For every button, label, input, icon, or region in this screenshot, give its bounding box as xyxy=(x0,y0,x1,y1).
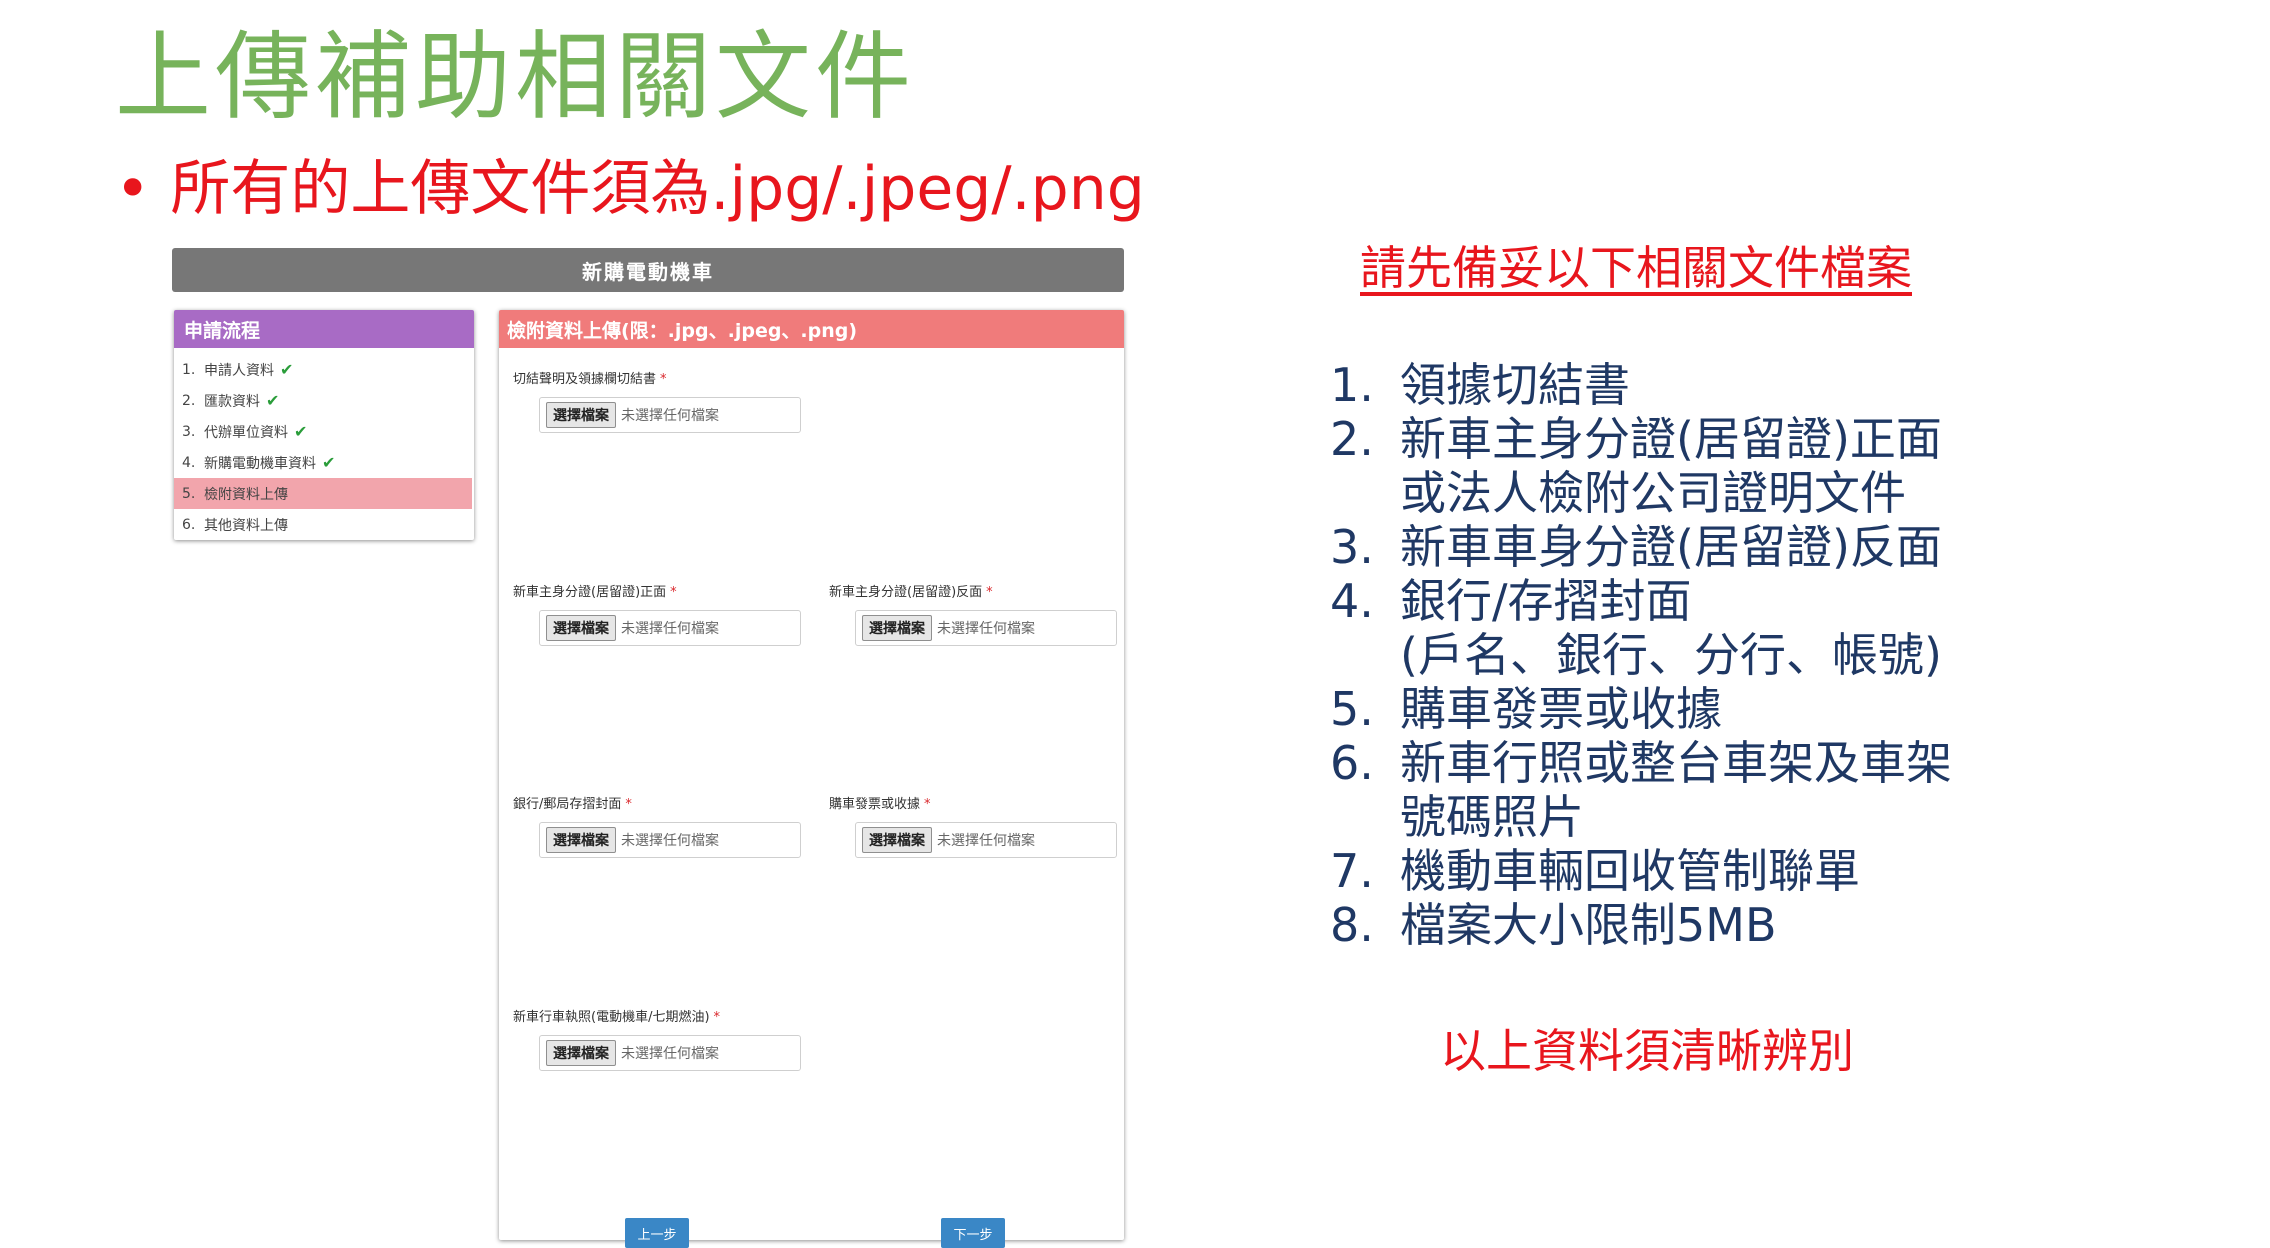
list-item-text: 機動車輛回收管制聯單 xyxy=(1400,844,1860,898)
file-input[interactable]: 選擇檔案 未選擇任何檔案 xyxy=(539,397,801,433)
field-label: 新車行車執照(電動機車/七期燃油) * xyxy=(513,1010,721,1025)
step-item-vehicle[interactable]: 4. 新購電動機車資料 ✔ xyxy=(174,447,472,478)
prev-step-button[interactable]: 上一步 xyxy=(625,1218,689,1248)
list-item-text: 新車行照或整台車架及車架 號碼照片 xyxy=(1400,736,1952,844)
step-number: 2. xyxy=(182,392,196,409)
required-documents-list: 1. 領據切結書 2. 新車主身分證(居留證)正面 或法人檢附公司證明文件 3.… xyxy=(1330,358,2250,952)
file-input[interactable]: 選擇檔案 未選擇任何檔案 xyxy=(855,822,1117,858)
bullet-icon: • xyxy=(115,154,151,224)
step-number: 5. xyxy=(182,485,196,502)
file-status: 未選擇任何檔案 xyxy=(937,833,1035,849)
steps-title: 申請流程 xyxy=(174,310,474,348)
upload-form-panel: 檢附資料上傳(限：.jpg、.jpeg、.png) 切結聲明及領據欄切結書 * 選… xyxy=(499,310,1124,1248)
field-label: 切結聲明及領據欄切結書 * xyxy=(513,372,667,387)
file-status: 未選擇任何檔案 xyxy=(937,621,1035,637)
list-item: 5. 購車發票或收據 xyxy=(1330,682,2250,736)
file-status: 未選擇任何檔案 xyxy=(621,408,719,424)
list-item: 1. 領據切結書 xyxy=(1330,358,2250,412)
field-label: 新車主身分證(居留證)正面 * xyxy=(513,585,677,600)
file-status: 未選擇任何檔案 xyxy=(621,621,719,637)
closing-note: 以上資料須清晰辨別 xyxy=(1440,1024,1854,1078)
step-number: 4. xyxy=(182,454,196,471)
list-item-number: 3. xyxy=(1330,520,1374,574)
upload-field-passbook: 銀行/郵局存摺封面 * 選擇檔案 未選擇任何檔案 xyxy=(513,793,803,858)
page-header: 新購電動機車 xyxy=(172,248,1124,292)
steps-panel: 申請流程 1. 申請人資料 ✔ 2. 匯款資料 ✔ 3. 代辦單位資料 ✔ 4.… xyxy=(174,310,474,540)
upload-form-title: 檢附資料上傳(限：.jpg、.jpeg、.png) xyxy=(499,310,1124,348)
step-number: 1. xyxy=(182,361,196,378)
list-item-text: 購車發票或收據 xyxy=(1400,682,1722,736)
step-label: 匯款資料 xyxy=(204,393,260,410)
file-format-bullet: • 所有的上傳文件須為.jpg/.jpeg/.png xyxy=(115,150,1145,228)
slide-title: 上傳補助相關文件 xyxy=(115,21,915,133)
list-item: 6. 新車行照或整台車架及車架 號碼照片 xyxy=(1330,736,2250,844)
step-item-remittance[interactable]: 2. 匯款資料 ✔ xyxy=(174,385,472,416)
check-icon: ✔ xyxy=(294,422,308,441)
application-screenshot: 新購電動機車 申請流程 1. 申請人資料 ✔ 2. 匯款資料 ✔ 3. 代辦單位… xyxy=(172,248,1182,1248)
list-item-number: 6. xyxy=(1330,736,1374,790)
step-label: 新購電動機車資料 xyxy=(204,455,316,472)
file-status: 未選擇任何檔案 xyxy=(621,833,719,849)
check-icon: ✔ xyxy=(280,360,294,379)
step-item-agency[interactable]: 3. 代辦單位資料 ✔ xyxy=(174,416,472,447)
field-label: 新車主身分證(居留證)反面 * xyxy=(829,585,993,600)
list-item-number: 4. xyxy=(1330,574,1374,628)
notes-heading: 請先備妥以下相關文件檔案 xyxy=(1360,241,1912,295)
file-status: 未選擇任何檔案 xyxy=(621,1046,719,1062)
upload-field-id-back: 新車主身分證(居留證)反面 * 選擇檔案 未選擇任何檔案 xyxy=(829,581,1119,646)
choose-file-button[interactable]: 選擇檔案 xyxy=(862,827,932,853)
upload-field-invoice: 購車發票或收據 * 選擇檔案 未選擇任何檔案 xyxy=(829,793,1119,858)
check-icon: ✔ xyxy=(322,453,336,472)
step-number: 3. xyxy=(182,423,196,440)
list-item-number: 5. xyxy=(1330,682,1374,736)
next-step-button[interactable]: 下一步 xyxy=(941,1218,1005,1248)
file-input[interactable]: 選擇檔案 未選擇任何檔案 xyxy=(539,610,801,646)
list-item-text: 檔案大小限制5MB xyxy=(1400,898,1777,952)
choose-file-button[interactable]: 選擇檔案 xyxy=(546,615,616,641)
file-input[interactable]: 選擇檔案 未選擇任何檔案 xyxy=(539,822,801,858)
choose-file-button[interactable]: 選擇檔案 xyxy=(546,1040,616,1066)
list-item-number: 7. xyxy=(1330,844,1374,898)
step-item-applicant[interactable]: 1. 申請人資料 ✔ xyxy=(174,354,472,385)
step-list: 1. 申請人資料 ✔ 2. 匯款資料 ✔ 3. 代辦單位資料 ✔ 4. 新購電動… xyxy=(174,354,474,540)
file-input[interactable]: 選擇檔案 未選擇任何檔案 xyxy=(855,610,1117,646)
list-item-number: 2. xyxy=(1330,412,1374,466)
upload-field-affidavit: 切結聲明及領據欄切結書 * 選擇檔案 未選擇任何檔案 xyxy=(513,368,803,433)
step-item-other-uploads[interactable]: 6. 其他資料上傳 xyxy=(174,509,472,540)
list-item-text: 銀行/存摺封面 (戶名、銀行、分行、帳號) xyxy=(1400,574,1942,682)
upload-field-license: 新車行車執照(電動機車/七期燃油) * 選擇檔案 未選擇任何檔案 xyxy=(513,1006,803,1071)
list-item: 3. 新車車身分證(居留證)反面 xyxy=(1330,520,2250,574)
list-item: 8. 檔案大小限制5MB xyxy=(1330,898,2250,952)
list-item-number: 8. xyxy=(1330,898,1374,952)
step-label: 檢附資料上傳 xyxy=(204,486,288,503)
file-input[interactable]: 選擇檔案 未選擇任何檔案 xyxy=(539,1035,801,1071)
step-label: 申請人資料 xyxy=(204,362,274,379)
list-item-number: 1. xyxy=(1330,358,1374,412)
step-label: 其他資料上傳 xyxy=(204,517,288,534)
step-label: 代辦單位資料 xyxy=(204,424,288,441)
step-number: 6. xyxy=(182,516,196,533)
list-item: 7. 機動車輛回收管制聯單 xyxy=(1330,844,2250,898)
choose-file-button[interactable]: 選擇檔案 xyxy=(546,827,616,853)
list-item: 4. 銀行/存摺封面 (戶名、銀行、分行、帳號) xyxy=(1330,574,2250,682)
choose-file-button[interactable]: 選擇檔案 xyxy=(862,615,932,641)
list-item-text: 領據切結書 xyxy=(1400,358,1630,412)
list-item-text: 新車車身分證(居留證)反面 xyxy=(1400,520,1942,574)
bullet-text: 所有的上傳文件須為.jpg/.jpeg/.png xyxy=(170,154,1145,224)
field-label: 購車發票或收據 * xyxy=(829,797,931,812)
field-label: 銀行/郵局存摺封面 * xyxy=(513,797,632,812)
choose-file-button[interactable]: 選擇檔案 xyxy=(546,402,616,428)
list-item: 2. 新車主身分證(居留證)正面 或法人檢附公司證明文件 xyxy=(1330,412,2250,520)
list-item-text: 新車主身分證(居留證)正面 或法人檢附公司證明文件 xyxy=(1400,412,1942,520)
check-icon: ✔ xyxy=(266,391,280,410)
upload-field-id-front: 新車主身分證(居留證)正面 * 選擇檔案 未選擇任何檔案 xyxy=(513,581,803,646)
step-item-attachments[interactable]: 5. 檢附資料上傳 xyxy=(174,478,472,509)
